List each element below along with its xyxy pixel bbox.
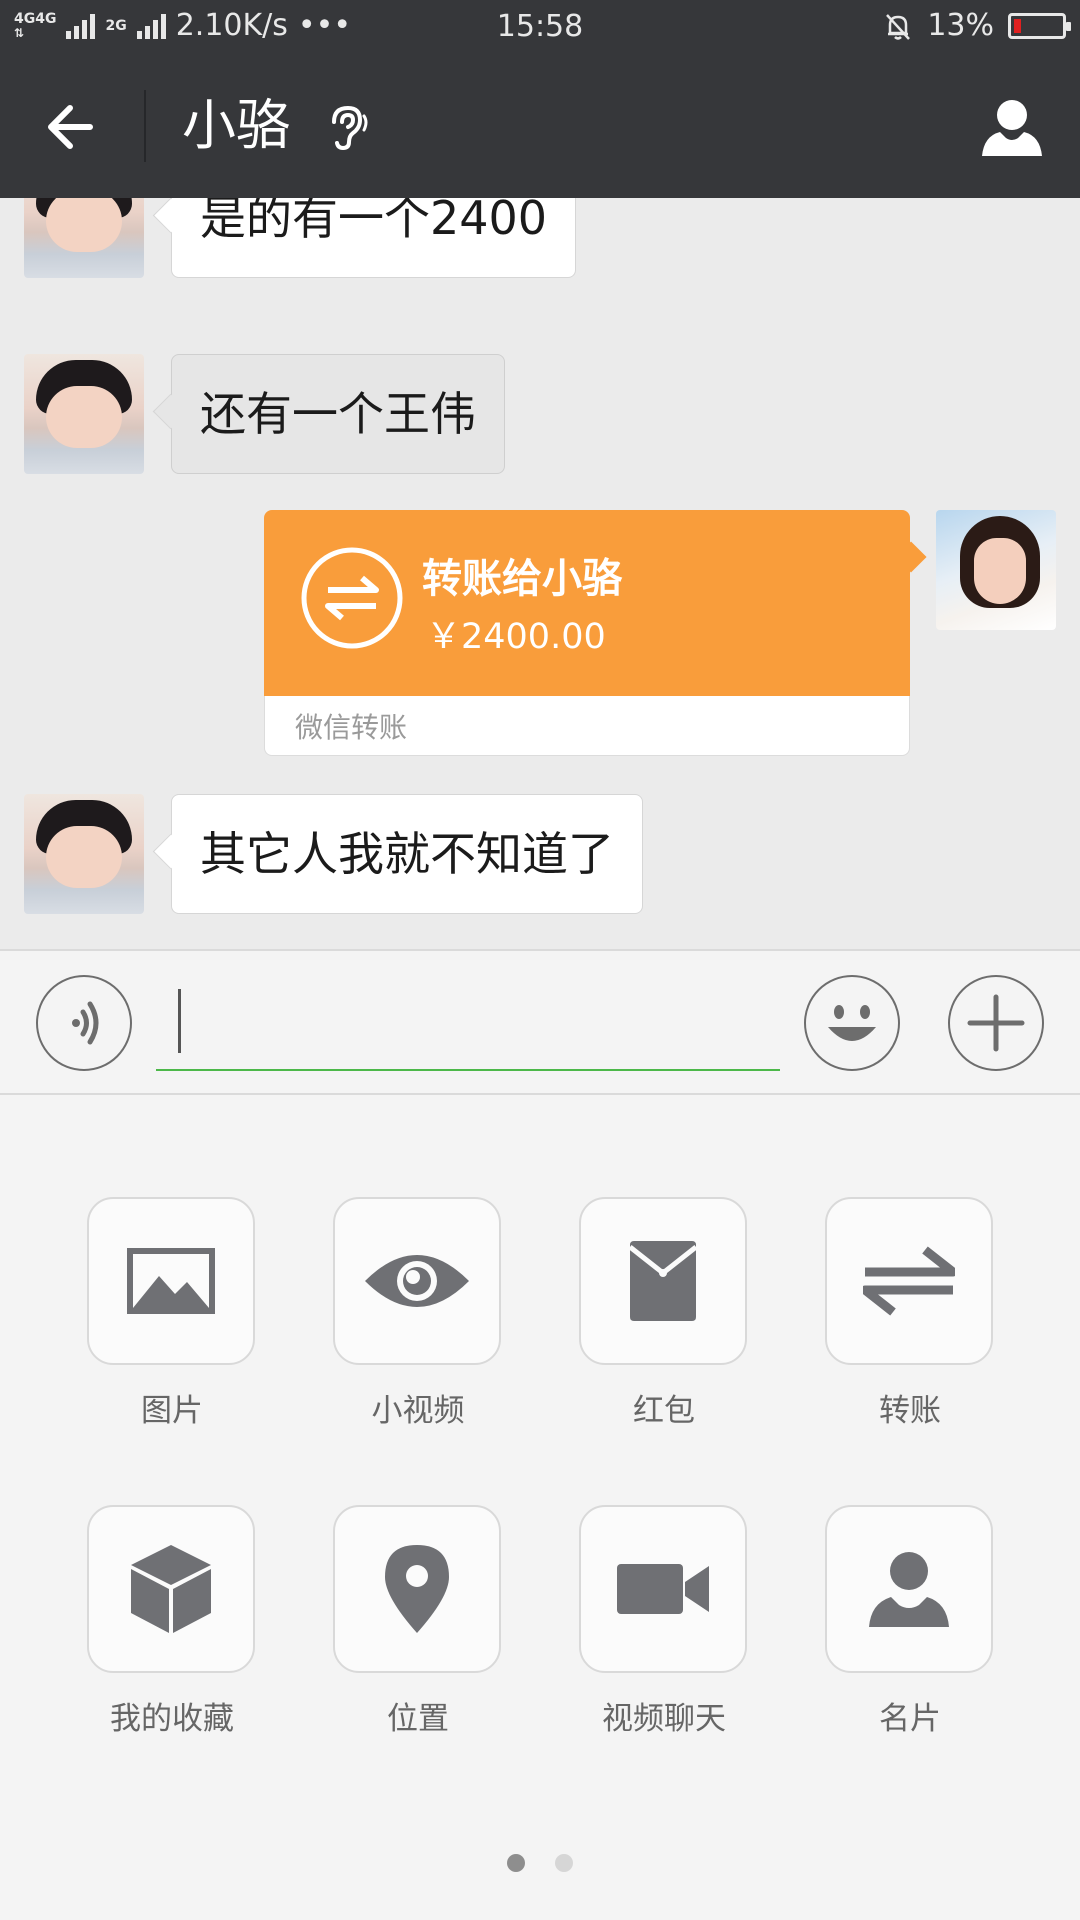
contact-card-tile[interactable] — [825, 1505, 993, 1673]
message-bubble[interactable]: 是的有一个2400 — [171, 198, 577, 278]
panel-item-label: 位置 — [387, 1701, 449, 1737]
voice-input-button[interactable] — [36, 975, 132, 1071]
more-functions-button[interactable] — [948, 975, 1044, 1071]
contact-avatar[interactable] — [24, 794, 144, 914]
panel-item-album[interactable]: 图片 — [87, 1197, 257, 1430]
location-pin-icon — [385, 1545, 449, 1633]
favorites-tile[interactable] — [87, 1505, 255, 1673]
transfer-amount: ￥2400.00 — [426, 617, 606, 657]
plus-icon — [967, 994, 1025, 1052]
status-right: 13% — [883, 8, 1071, 43]
back-arrow-icon[interactable] — [40, 96, 102, 158]
message-bubble[interactable]: 其它人我就不知道了 — [171, 794, 643, 914]
transfer-source-label: 微信转账 — [295, 711, 408, 744]
text-cursor — [178, 989, 181, 1053]
more-functions-panel: 图片 小视频 红包 转账 我的收藏 位置 视频聊天 名片 — [0, 1095, 1080, 1920]
transfer-card-body: 转账给小骆 ￥2400.00 — [264, 510, 910, 696]
sight-tile[interactable] — [333, 1197, 501, 1365]
panel-item-red-packet[interactable]: 红包 — [579, 1197, 749, 1430]
input-bar — [0, 949, 1080, 1095]
transfer-tile[interactable] — [825, 1197, 993, 1365]
panel-item-label: 视频聊天 — [602, 1701, 726, 1737]
page-dot-active[interactable] — [507, 1854, 525, 1872]
transfer-icon — [863, 1246, 955, 1316]
message-input[interactable] — [156, 971, 780, 1071]
message-text: 还有一个王伟 — [200, 387, 476, 441]
emoji-button[interactable] — [804, 975, 900, 1071]
panel-item-label: 小视频 — [371, 1393, 465, 1429]
cube-icon — [131, 1545, 211, 1633]
transfer-card-footer: 微信转账 — [264, 696, 910, 756]
mute-bell-icon — [886, 13, 911, 40]
location-tile[interactable] — [333, 1505, 501, 1673]
chat-header: 小骆 — [0, 54, 1080, 198]
voice-wave-icon — [72, 1001, 99, 1045]
panel-item-sight[interactable]: 小视频 — [333, 1197, 503, 1430]
video-camera-icon — [617, 1564, 709, 1614]
panel-item-label: 转账 — [879, 1393, 941, 1429]
transfer-icon — [301, 547, 403, 649]
battery-icon — [1008, 12, 1071, 39]
chat-message-list[interactable]: 是的有一个2400 还有一个王伟 转账给小骆 ￥2400.00 微信转账 其它人… — [0, 198, 1080, 949]
earpiece-mode-icon — [332, 105, 368, 151]
transfer-card[interactable]: 转账给小骆 ￥2400.00 微信转账 — [264, 510, 910, 756]
red-packet-tile[interactable] — [579, 1197, 747, 1365]
panel-item-transfer[interactable]: 转账 — [825, 1197, 995, 1430]
message-bubble[interactable]: 还有一个王伟 — [171, 354, 505, 474]
panel-item-label: 红包 — [633, 1393, 695, 1429]
battery-percent: 13% — [927, 8, 994, 43]
chat-info-person-icon[interactable] — [980, 96, 1044, 158]
panel-item-label: 图片 — [141, 1393, 203, 1429]
contact-avatar[interactable] — [24, 198, 144, 278]
message-text: 其它人我就不知道了 — [200, 827, 614, 881]
image-icon — [127, 1248, 215, 1314]
smiley-icon — [828, 1005, 876, 1041]
chat-title: 小骆 — [182, 94, 290, 157]
album-tile[interactable] — [87, 1197, 255, 1365]
panel-item-favorites[interactable]: 我的收藏 — [87, 1505, 257, 1738]
status-bar: 4G4G ⇅ 2G 2.10K/s ••• 15:58 13% — [0, 0, 1080, 54]
my-avatar[interactable] — [936, 510, 1056, 630]
video-call-tile[interactable] — [579, 1505, 747, 1673]
panel-item-label: 名片 — [879, 1701, 941, 1737]
panel-item-contact-card[interactable]: 名片 — [825, 1505, 995, 1738]
page-indicator — [0, 1854, 1080, 1874]
page-dot[interactable] — [555, 1854, 573, 1872]
panel-item-label: 我的收藏 — [110, 1701, 234, 1737]
person-card-icon — [869, 1552, 949, 1627]
panel-item-video-call[interactable]: 视频聊天 — [579, 1505, 749, 1738]
header-divider — [144, 90, 146, 162]
message-text: 是的有一个2400 — [200, 198, 548, 245]
contact-avatar[interactable] — [24, 354, 144, 474]
transfer-title: 转账给小骆 — [422, 556, 622, 602]
eye-icon — [365, 1255, 469, 1307]
panel-item-location[interactable]: 位置 — [333, 1505, 503, 1738]
red-packet-icon — [628, 1241, 698, 1321]
